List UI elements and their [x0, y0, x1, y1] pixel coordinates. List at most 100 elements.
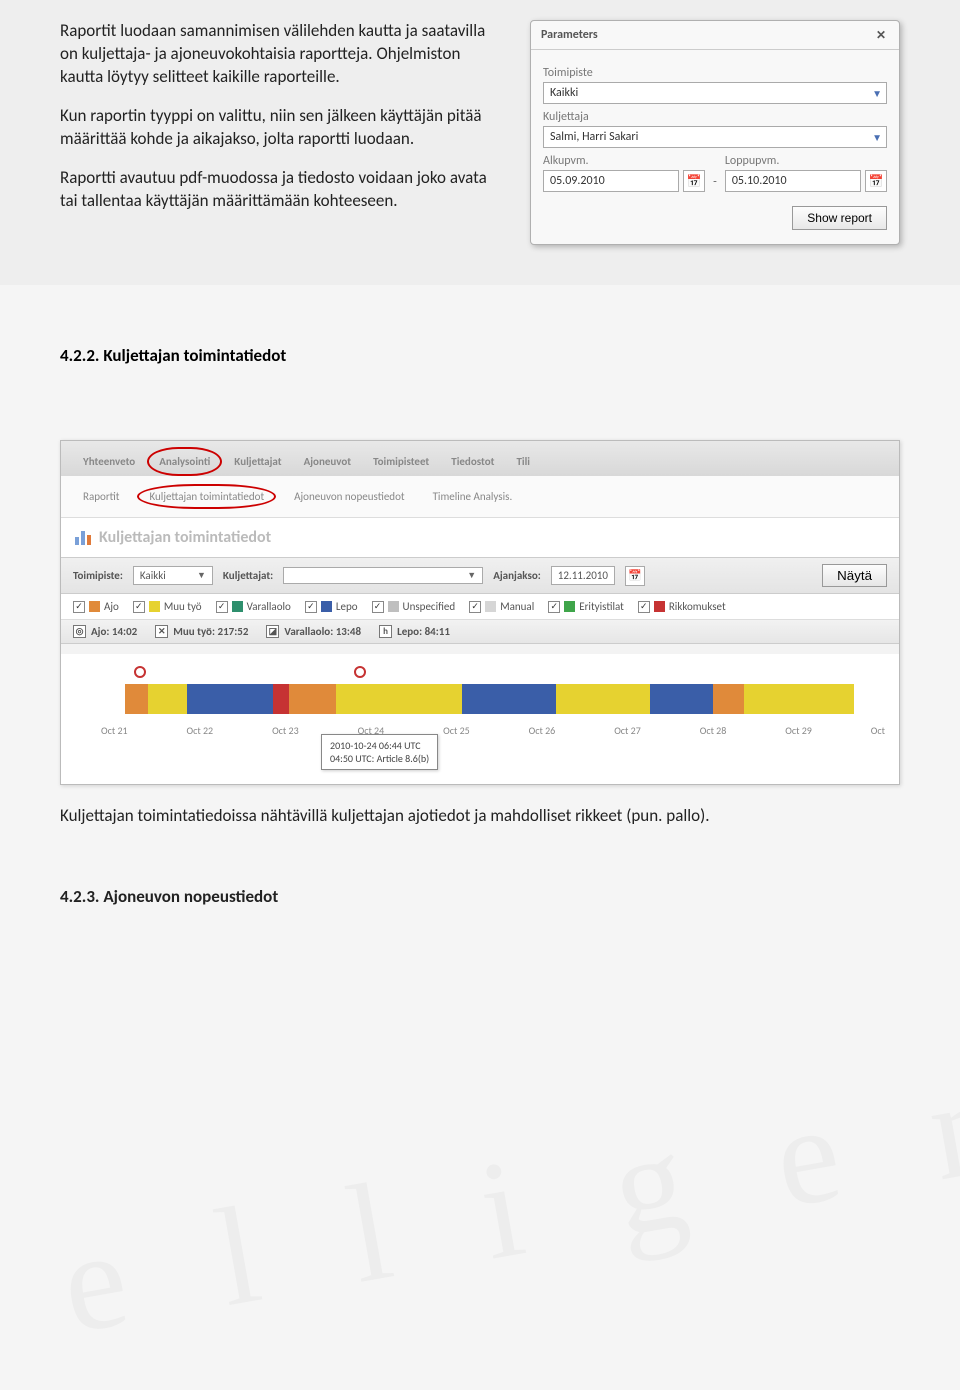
timeline-segment [125, 684, 149, 714]
legend-item[interactable]: ✓ Muu työ [133, 600, 202, 613]
timeline-ticks: Oct 21Oct 22Oct 23Oct 24Oct 25Oct 26Oct … [61, 724, 899, 743]
filter-ajanjakso-label: Ajanjakso: [493, 569, 541, 582]
loppupvm-input[interactable]: 05.10.2010 [725, 170, 861, 192]
alkupvm-input[interactable]: 05.09.2010 [543, 170, 679, 192]
tick-label: Oct [871, 724, 885, 737]
legend-item[interactable]: ✓ Rikkomukset [638, 600, 726, 613]
color-swatch [232, 601, 243, 612]
filter-toimipiste-select[interactable]: Kaikki ▼ [133, 566, 213, 585]
intro-paragraph-3: Raportti avautuu pdf-muodossa ja tiedost… [60, 167, 500, 213]
app-screenshot: Yhteenveto Analysointi Kuljettajat Ajone… [60, 440, 900, 785]
show-button[interactable]: Näytä [822, 564, 887, 587]
close-icon[interactable]: ✕ [873, 27, 889, 43]
legend-label: Unspecified [403, 600, 456, 613]
rest-icon: h [379, 625, 392, 638]
calendar-icon[interactable]: 📅 [865, 170, 887, 192]
legend-label: Manual [500, 600, 534, 613]
kuljettaja-select[interactable]: Salmi, Harri Sakari ▼ [543, 126, 887, 148]
timeline-segment [556, 684, 650, 714]
calendar-icon[interactable]: 📅 [625, 566, 645, 586]
tab-ajoneuvot[interactable]: Ajoneuvot [294, 449, 362, 474]
checkbox-icon[interactable]: ✓ [372, 601, 384, 613]
loppupvm-value: 05.10.2010 [732, 174, 787, 188]
summary-lepo: Lepo: 84:11 [397, 625, 450, 638]
filter-ajanjakso-input[interactable]: 12.11.2010 [551, 566, 615, 585]
legend-item[interactable]: ✓ Unspecified [372, 600, 456, 613]
primary-tabs: Yhteenveto Analysointi Kuljettajat Ajone… [61, 441, 899, 476]
bar-chart-icon [75, 531, 91, 545]
page-title: Kuljettajan toimintatiedot [99, 528, 271, 547]
availability-icon: ◪ [266, 625, 279, 638]
tab-yhteenveto[interactable]: Yhteenveto [73, 449, 145, 474]
intro-paragraph-2: Kun raportin tyyppi on valittu, niin sen… [60, 105, 500, 151]
chevron-down-icon: ▼ [467, 570, 476, 581]
parameters-panel: Parameters ✕ Toimipiste Kaikki ▼ Kuljett… [530, 20, 900, 245]
legend-item[interactable]: ✓Erityistilat [548, 600, 624, 613]
checkbox-icon[interactable]: ✓ [638, 601, 650, 613]
timeline-segment [336, 684, 461, 714]
checkbox-icon[interactable]: ✓ [305, 601, 317, 613]
tab-tiedostot[interactable]: Tiedostot [441, 449, 504, 474]
legend-label: Varallaolo [247, 600, 291, 613]
timeline-segment [148, 684, 187, 714]
page-title-row: Kuljettajan toimintatiedot [61, 518, 899, 557]
violation-marker [134, 666, 146, 678]
timeline-segment [187, 684, 273, 714]
subtab-timeline-analysis[interactable]: Timeline Analysis. [423, 486, 523, 507]
legend-item[interactable]: ✓Lepo [305, 600, 358, 613]
subtab-ajoneuvon-nopeustiedot[interactable]: Ajoneuvon nopeustiedot [284, 486, 414, 507]
background-watermark: t e l l i g e n t D r [0, 955, 960, 1389]
show-report-button[interactable]: Show report [792, 206, 887, 230]
loppupvm-label: Loppupvm. [725, 154, 887, 168]
tick-label: Oct 26 [529, 724, 556, 737]
steering-icon: ◎ [73, 625, 86, 638]
intro-text-block: Raportit luodaan samannimisen välilehden… [60, 20, 500, 245]
work-icon: ✕ [155, 625, 168, 638]
tab-analysointi[interactable]: Analysointi [147, 447, 222, 476]
legend-label: Rikkomukset [669, 600, 726, 613]
color-swatch [485, 601, 496, 612]
timeline-segment [273, 684, 289, 714]
alkupvm-label: Alkupvm. [543, 154, 705, 168]
legend-label: Muu työ [164, 600, 202, 613]
violation-marker [354, 666, 366, 678]
timeline-segment [650, 684, 713, 714]
checkbox-icon[interactable]: ✓ [133, 601, 145, 613]
checkbox-icon[interactable]: ✓ [216, 601, 228, 613]
checkbox-icon[interactable]: ✓ [73, 601, 85, 613]
summary-muu: Muu työ: 217:52 [173, 625, 248, 638]
chevron-down-icon: ▼ [197, 570, 206, 581]
summary-bar: ◎Ajo: 14:02 ✕Muu työ: 217:52 ◪Varallaolo… [61, 620, 899, 644]
alkupvm-value: 05.09.2010 [550, 174, 605, 188]
filter-bar: Toimipiste: Kaikki ▼ Kuljettajat: ▼ Ajan… [61, 557, 899, 594]
filter-kuljettajat-select[interactable]: ▼ [283, 567, 483, 584]
color-swatch [149, 601, 160, 612]
subtab-raportit[interactable]: Raportit [73, 486, 129, 507]
calendar-icon[interactable]: 📅 [683, 170, 705, 192]
toimipiste-label: Toimipiste [543, 66, 887, 80]
subtab-kuljettajan-toimintatiedot[interactable]: Kuljettajan toimintatiedot [137, 484, 276, 509]
tab-kuljettajat[interactable]: Kuljettajat [224, 449, 291, 474]
legend-item[interactable]: ✓ Varallaolo [216, 600, 291, 613]
checkbox-icon[interactable]: ✓ [469, 601, 481, 613]
toimipiste-value: Kaikki [550, 86, 578, 100]
tooltip-line-2: 04:50 UTC: Article 8.6(b) [330, 752, 429, 765]
tab-tili[interactable]: Tili [506, 449, 540, 474]
timeline-segment [289, 684, 336, 714]
toimipiste-select[interactable]: Kaikki ▼ [543, 82, 887, 104]
summary-vara: Varallaolo: 13:48 [284, 625, 361, 638]
timeline-segment [462, 684, 556, 714]
legend-item[interactable]: ✓ Manual [469, 600, 534, 613]
tab-toimipisteet[interactable]: Toimipisteet [363, 449, 439, 474]
checkbox-icon[interactable]: ✓ [548, 601, 560, 613]
color-swatch [564, 601, 575, 612]
legend-bar: ✓Ajo✓Muu työ✓Varallaolo✓Lepo✓Unspecified… [61, 594, 899, 620]
parameters-title: Parameters [541, 28, 598, 42]
tick-label: Oct 29 [785, 724, 812, 737]
legend-item[interactable]: ✓Ajo [73, 600, 119, 613]
tooltip-line-1: 2010-10-24 06:44 UTC [330, 739, 429, 752]
kuljettaja-value: Salmi, Harri Sakari [550, 130, 638, 144]
secondary-tabs: Raportit Kuljettajan toimintatiedot Ajon… [61, 476, 899, 518]
filter-kuljettajat-label: Kuljettajat: [223, 569, 273, 582]
color-swatch [89, 601, 100, 612]
